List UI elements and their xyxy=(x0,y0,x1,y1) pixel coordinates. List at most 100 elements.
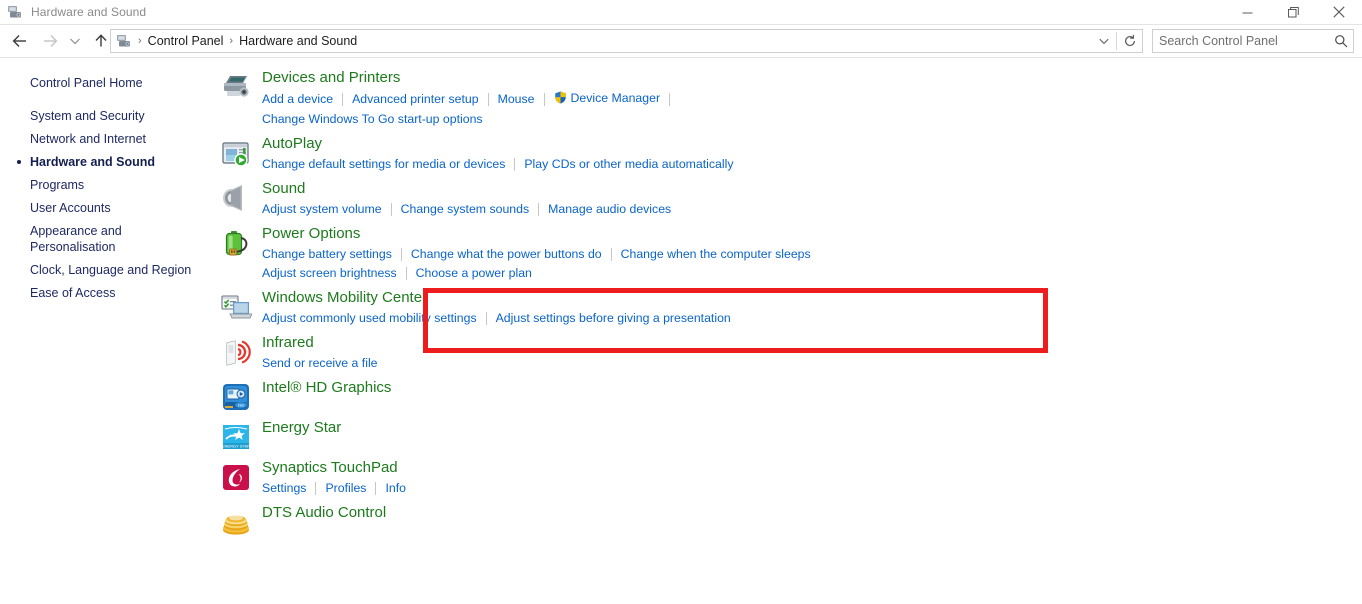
back-button[interactable] xyxy=(7,28,33,54)
address-bar[interactable]: › Control Panel › Hardware and Sound xyxy=(110,29,1143,53)
section-body: AutoPlay Change default settings for medi… xyxy=(262,134,734,174)
sidebar-item-label: Ease of Access xyxy=(30,286,116,300)
window-title: Hardware and Sound xyxy=(31,5,147,19)
link-change-system-sounds[interactable]: Change system sounds xyxy=(401,200,530,219)
link-adjust-settings-before-giving-a-presentation[interactable]: Adjust settings before giving a presenta… xyxy=(496,309,731,328)
link-separator xyxy=(610,248,612,261)
link-manage-audio-devices[interactable]: Manage audio devices xyxy=(548,200,671,219)
section-link-row: Adjust screen brightness Choose a power p… xyxy=(262,264,811,283)
section-body: DTS Audio Control xyxy=(262,503,386,538)
uac-shield-icon xyxy=(554,91,567,110)
sidebar-item-programs[interactable]: Programs xyxy=(0,177,212,193)
section-title-autoplay[interactable]: AutoPlay xyxy=(262,134,322,154)
sidebar-item-label: Hardware and Sound xyxy=(30,155,156,169)
recent-locations-button[interactable] xyxy=(65,28,85,54)
section-infrared: Infrared Send or receive a file xyxy=(212,333,1362,373)
sidebar-item-label: Appearance and Personalisation xyxy=(30,224,122,254)
dts-audio-icon xyxy=(220,503,262,538)
link-settings[interactable]: Settings xyxy=(262,479,306,498)
search-input[interactable] xyxy=(1159,34,1329,48)
infrared-icon xyxy=(220,333,262,373)
link-separator xyxy=(405,267,407,280)
link-add-a-device[interactable]: Add a device xyxy=(262,90,333,109)
link-advanced-printer-setup[interactable]: Advanced printer setup xyxy=(352,90,478,109)
link-send-or-receive-a-file[interactable]: Send or receive a file xyxy=(262,354,378,373)
link-label: Advanced printer setup xyxy=(352,92,479,106)
title-bar: Hardware and Sound xyxy=(0,0,1362,24)
link-separator xyxy=(485,312,487,325)
section-windows-mobility-center: Windows Mobility Center Adjust commonly u… xyxy=(212,288,1362,328)
link-adjust-commonly-used-mobility-settings[interactable]: Adjust commonly used mobility settings xyxy=(262,309,477,328)
minimize-button[interactable] xyxy=(1224,0,1270,24)
section-body: Sound Adjust system volume Change system s… xyxy=(262,179,671,219)
forward-button[interactable] xyxy=(37,28,63,54)
link-label: Info xyxy=(385,481,406,495)
breadcrumb-item-control-panel[interactable]: Control Panel xyxy=(145,34,227,48)
section-title-sound[interactable]: Sound xyxy=(262,179,305,199)
link-change-when-the-computer-sleeps[interactable]: Change when the computer sleeps xyxy=(621,245,811,264)
link-separator xyxy=(400,248,402,261)
energy-star-icon: energy ENERGY STAR xyxy=(220,418,262,453)
search-box[interactable] xyxy=(1152,29,1354,53)
link-info[interactable]: Info xyxy=(385,479,406,498)
sidebar-item-appearance-and-personalisation[interactable]: Appearance and Personalisation xyxy=(0,223,212,255)
breadcrumb-separator[interactable]: › xyxy=(226,35,236,47)
sidebar-item-label: User Accounts xyxy=(30,201,111,215)
link-device-manager[interactable]: Device Manager xyxy=(554,89,660,110)
sidebar-item-system-and-security[interactable]: System and Security xyxy=(0,108,212,124)
section-link-row: Adjust commonly used mobility settings Ad… xyxy=(262,309,731,328)
link-separator xyxy=(669,93,671,106)
sidebar-item-label: Clock, Language and Region xyxy=(30,263,192,277)
navigation-bar: › Control Panel › Hardware and Sound xyxy=(0,25,1362,57)
link-profiles[interactable]: Profiles xyxy=(325,479,366,498)
section-title-power-options[interactable]: Power Options xyxy=(262,224,360,244)
section-devices-and-printers: Devices and Printers Add a device Advanced… xyxy=(212,68,1362,129)
link-change-battery-settings[interactable]: Change battery settings xyxy=(262,245,392,264)
sidebar-item-user-accounts[interactable]: User Accounts xyxy=(0,200,212,216)
link-adjust-system-volume[interactable]: Adjust system volume xyxy=(262,200,382,219)
link-play-cds-or-other-media-automatically[interactable]: Play CDs or other media automatically xyxy=(524,155,733,174)
search-icon[interactable] xyxy=(1329,34,1353,48)
link-label: Adjust settings before giving a presenta… xyxy=(495,311,731,325)
maximize-restore-button[interactable] xyxy=(1270,0,1316,24)
section-energy-star: energy ENERGY STAR Energy Star xyxy=(212,418,1362,453)
link-label: Profiles xyxy=(325,481,367,495)
battery-icon xyxy=(220,224,262,283)
address-bar-actions xyxy=(1092,30,1142,52)
breadcrumb-separator[interactable]: › xyxy=(135,35,145,47)
sidebar-item-network-and-internet[interactable]: Network and Internet xyxy=(0,131,212,147)
section-title-infrared[interactable]: Infrared xyxy=(262,333,314,353)
sidebar-item-hardware-and-sound[interactable]: Hardware and Sound xyxy=(0,154,212,170)
link-choose-a-power-plan[interactable]: Choose a power plan xyxy=(416,264,532,283)
section-title-intel-hd-graphics[interactable]: Intel® HD Graphics xyxy=(262,378,391,398)
link-change-windows-to-go-start-up-options[interactable]: Change Windows To Go start-up options xyxy=(262,110,483,129)
breadcrumb-item-hardware-and-sound[interactable]: Hardware and Sound xyxy=(236,34,360,48)
sidebar-item-ease-of-access[interactable]: Ease of Access xyxy=(0,285,212,301)
section-title-dts-audio-control[interactable]: DTS Audio Control xyxy=(262,503,386,523)
link-adjust-screen-brightness[interactable]: Adjust screen brightness xyxy=(262,264,397,283)
link-label: Settings xyxy=(262,481,307,495)
link-label: Manage audio devices xyxy=(548,202,672,216)
section-body: Power Options Change battery settings Chan… xyxy=(262,224,811,283)
section-title-windows-mobility-center[interactable]: Windows Mobility Center xyxy=(262,288,427,308)
sidebar-item-control-panel-home[interactable]: Control Panel Home xyxy=(0,75,212,91)
synaptics-icon xyxy=(220,458,262,498)
link-label: Choose a power plan xyxy=(415,266,532,280)
link-change-default-settings-for-media-or-devices[interactable]: Change default settings for media or dev… xyxy=(262,155,505,174)
section-title-devices-and-printers[interactable]: Devices and Printers xyxy=(262,68,400,88)
link-label: Adjust system volume xyxy=(262,202,382,216)
sidebar-item-label: System and Security xyxy=(30,109,145,123)
section-title-synaptics-touchpad[interactable]: Synaptics TouchPad xyxy=(262,458,398,478)
close-button[interactable] xyxy=(1316,0,1362,24)
link-change-what-the-power-buttons-do[interactable]: Change what the power buttons do xyxy=(411,245,602,264)
section-list: Devices and Printers Add a device Advanced… xyxy=(212,68,1362,538)
autoplay-icon xyxy=(220,134,262,174)
link-mouse[interactable]: Mouse xyxy=(498,90,535,109)
chevron-down-icon[interactable] xyxy=(1092,30,1116,52)
sidebar-item-clock-language-and-region[interactable]: Clock, Language and Region xyxy=(0,262,212,278)
section-title-energy-star[interactable]: Energy Star xyxy=(262,418,341,438)
section-power-options: Power Options Change battery settings Chan… xyxy=(212,224,1362,283)
sidebar-item-label: Network and Internet xyxy=(30,132,147,146)
refresh-icon[interactable] xyxy=(1117,30,1142,52)
svg-text:energy: energy xyxy=(229,434,243,439)
